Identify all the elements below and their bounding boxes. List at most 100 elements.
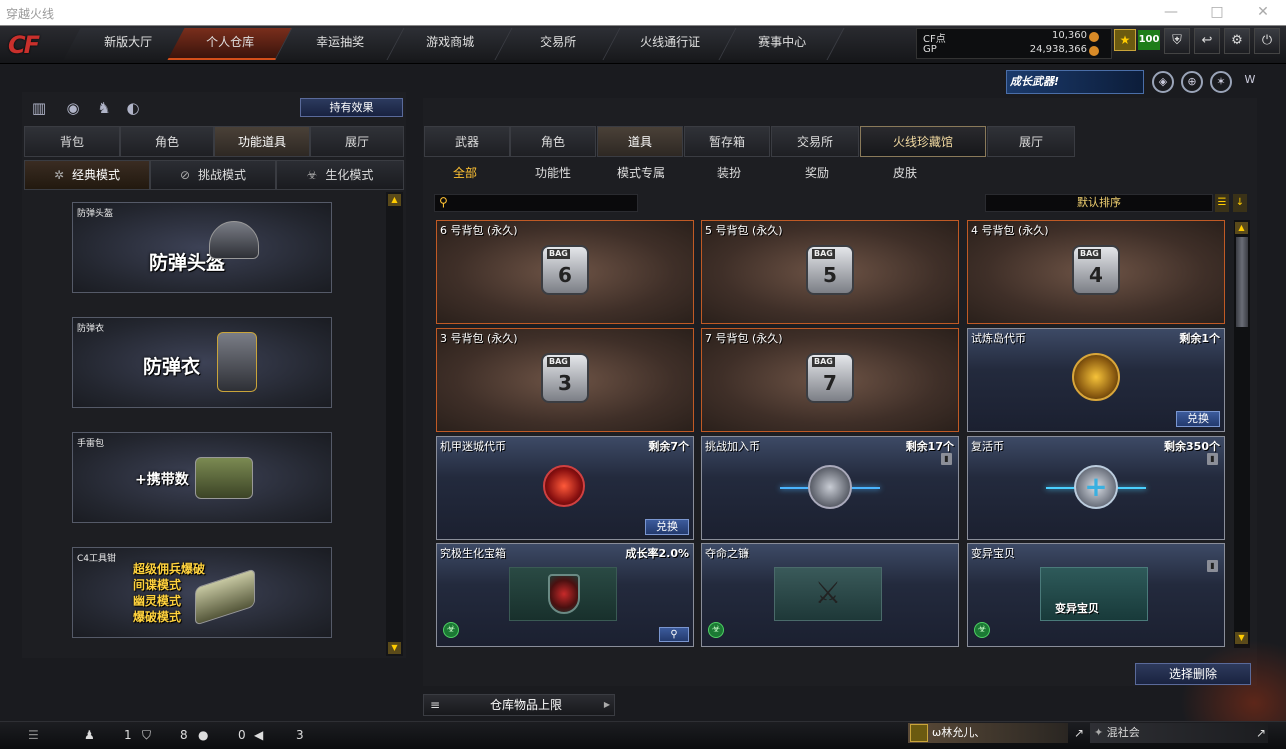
expand-icon[interactable]: ↗ [1256, 726, 1266, 740]
nav-lucky-draw[interactable]: 幸运抽奖 [275, 28, 405, 60]
maximize-button[interactable]: □ [1194, 0, 1240, 26]
tool-grenade-pack[interactable]: 手雷包 +携带数 [72, 432, 332, 523]
scroll-up-icon[interactable]: ▲ [1235, 222, 1248, 234]
select-delete-button[interactable]: 选择删除 [1135, 663, 1251, 685]
biohazard-icon: ☣ [974, 622, 990, 638]
tool-armor[interactable]: 防弹衣 防弹衣 [72, 317, 332, 408]
effect-button[interactable]: 持有效果 [300, 98, 403, 117]
tab-character[interactable]: 角色 [120, 126, 214, 157]
w-logo-icon[interactable]: W [1239, 71, 1261, 93]
shield-icon[interactable]: ⛨ [1164, 28, 1190, 54]
item-card[interactable]: 3 号背包 (永久) BAG 3 [436, 328, 694, 432]
biohazard-icon: ☣ [708, 622, 724, 638]
item-card[interactable]: 变异宝贝 ▮ 变异宝贝 ☣ [967, 543, 1225, 647]
tab-trade[interactable]: 交易所 [771, 126, 859, 157]
cf-logo: CF [8, 31, 40, 59]
trash-icon[interactable]: ▮ [941, 453, 952, 465]
scroll-thumb[interactable] [1236, 237, 1248, 327]
tool-c4-pliers[interactable]: C4工具钳 超级佣兵爆破 间谍模式 幽灵模式 爆破模式 [72, 547, 332, 638]
item-card[interactable]: 试炼岛代币 剩余1个 兑换 [967, 328, 1225, 432]
subtab-mode[interactable]: 模式专属 [606, 162, 676, 184]
mecha-token-icon [543, 465, 585, 507]
trash-icon[interactable]: ▮ [1207, 560, 1218, 572]
list-view-icon[interactable]: ☰ [1215, 194, 1229, 212]
item-card[interactable]: 夺命之镰 ⚔ ☣ [701, 543, 959, 647]
zombie-chest-image [509, 567, 617, 621]
nav-game-shop[interactable]: 游戏商城 [387, 28, 513, 60]
item-card[interactable]: 6 号背包 (永久) BAG 6 [436, 220, 694, 324]
item-card[interactable]: 究极生化宝箱 成长率2.0% ☣ ⚲ [436, 543, 694, 647]
tab-hall[interactable]: 展厅 [987, 126, 1075, 157]
zoom-icon[interactable]: ⚲ [659, 627, 689, 642]
target-icon[interactable]: ⊕ [1181, 71, 1203, 93]
mode-zombie[interactable]: ☣ 生化模式 [276, 160, 404, 190]
badge-icon[interactable]: ◈ [1152, 71, 1174, 93]
chat-contact-1[interactable]: ω林允儿、 [908, 723, 1068, 743]
claw-icon[interactable]: ✶ [1210, 71, 1232, 93]
item-card[interactable]: 7 号背包 (永久) BAG 7 [701, 328, 959, 432]
item-card[interactable]: 5 号背包 (永久) BAG 5 [701, 220, 959, 324]
nav-event-center[interactable]: 赛事中心 [719, 28, 845, 60]
stats-icon[interactable]: ▥ [28, 97, 50, 119]
biohazard-icon: ☣ [443, 622, 459, 638]
gp-coin-icon [1089, 46, 1099, 56]
challenge-mode-icon: ⊘ [179, 168, 191, 182]
chat-icon[interactable]: ● [198, 728, 208, 742]
item-card[interactable]: 复活币 剩余350个 ▮ + [967, 436, 1225, 540]
close-button[interactable]: ✕ [1240, 0, 1286, 26]
subtab-all[interactable]: 全部 [440, 162, 490, 184]
mode-challenge[interactable]: ⊘ 挑战模式 [150, 160, 276, 190]
trash-icon[interactable]: ▮ [1207, 453, 1218, 465]
subtab-skin[interactable]: 皮肤 [876, 162, 934, 184]
item-card[interactable]: 挑战加入币 剩余17个 ▮ [701, 436, 959, 540]
item-card[interactable]: 4 号背包 (永久) BAG 4 [967, 220, 1225, 324]
nav-personal-warehouse[interactable]: 个人仓库 [167, 28, 293, 60]
promo-banner[interactable]: 成长武器! [1006, 70, 1144, 94]
nav-exchange[interactable]: 交易所 [495, 28, 621, 60]
exit-icon[interactable]: ↩ [1194, 28, 1220, 54]
chat-contact-2[interactable]: ✦ 混社会 [1090, 723, 1268, 743]
tab-showroom[interactable]: 展厅 [310, 126, 404, 157]
subtab-reward[interactable]: 奖励 [788, 162, 846, 184]
search-input[interactable]: ⚲ [434, 194, 638, 212]
scroll-down-icon[interactable]: ▼ [388, 642, 401, 654]
chest-icon [548, 574, 580, 614]
classic-mode-icon: ✲ [53, 168, 65, 182]
tab-function-items[interactable]: 功能道具 [214, 126, 310, 157]
settings-icon[interactable]: ⚙ [1224, 28, 1250, 54]
tool-helmet[interactable]: 防弹头盔 防弹头盔 [72, 202, 332, 293]
minimize-button[interactable]: — [1148, 0, 1194, 26]
clan-icon[interactable]: ⛉ [142, 728, 151, 743]
challenge-coin-icon [808, 465, 852, 509]
backpack-icon: BAG 3 [541, 353, 589, 403]
warehouse-limit-button[interactable]: ≡ 仓库物品上限 ▶ [423, 694, 615, 716]
power-icon[interactable]: ⏻ [1254, 28, 1280, 54]
subtab-function[interactable]: 功能性 [520, 162, 586, 184]
expand-icon[interactable]: ↗ [1074, 726, 1084, 740]
sort-direction-icon[interactable]: ↓ [1233, 194, 1247, 212]
friends-icon[interactable]: ♟ [84, 728, 95, 742]
sort-dropdown[interactable]: 默认排序 [985, 194, 1213, 212]
exchange-button[interactable]: 兑换 [1176, 411, 1220, 427]
character-icon[interactable]: ♞ [93, 97, 115, 119]
subtab-outfit[interactable]: 装扮 [700, 162, 758, 184]
tab-weapons[interactable]: 武器 [424, 126, 510, 157]
exchange-button[interactable]: 兑换 [645, 519, 689, 535]
speaker-icon[interactable]: ◀ [254, 728, 263, 742]
cf-coin-icon [1089, 32, 1099, 42]
scroll-up-icon[interactable]: ▲ [388, 194, 401, 206]
item-card[interactable]: 机甲迷城代币 剩余7个 兑换 [436, 436, 694, 540]
mouse-icon[interactable]: ◐ [122, 97, 144, 119]
left-scrollbar[interactable]: ▲ ▼ [386, 192, 403, 656]
voice-count: 3 [296, 728, 304, 742]
camera-icon[interactable]: ◉ [62, 97, 84, 119]
tab-items[interactable]: 道具 [597, 126, 683, 157]
nav-battle-pass[interactable]: 火线通行证 [603, 28, 737, 60]
rank-badge-icon[interactable]: ★ [1114, 29, 1136, 51]
tab-backpack[interactable]: 背包 [24, 126, 120, 157]
mode-classic[interactable]: ✲ 经典模式 [24, 160, 150, 190]
tab-collection[interactable]: 火线珍藏馆 [860, 126, 986, 157]
menu-icon[interactable]: ☰ [28, 728, 39, 742]
tab-roles[interactable]: 角色 [510, 126, 596, 157]
tab-storage[interactable]: 暂存箱 [684, 126, 770, 157]
